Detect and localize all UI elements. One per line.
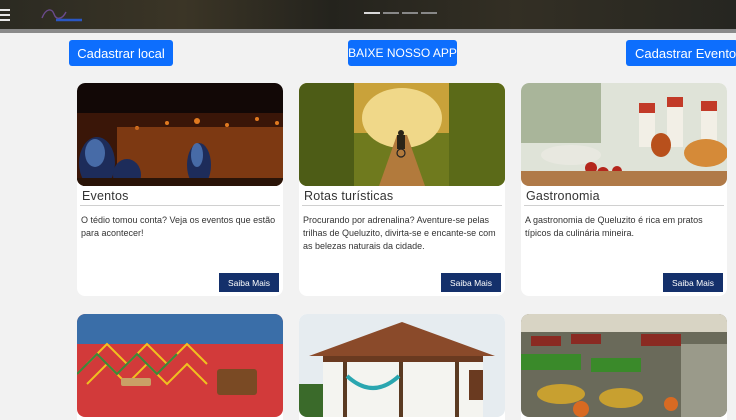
card-eventos: Eventos O tédio tomou conta? Veja os eve… <box>77 83 283 296</box>
saiba-mais-button[interactable]: Saiba Mais <box>219 273 279 292</box>
hero-divider <box>0 29 736 33</box>
card-description: Procurando por adrenalina? Aventure-se p… <box>303 215 496 251</box>
woven-handicraft-image[interactable] <box>77 314 283 417</box>
card-title: Eventos <box>82 189 129 203</box>
card-title: Gastronomia <box>526 189 600 203</box>
card-gastronomia: Gastronomia A gastronomia de Queluzito é… <box>521 83 727 296</box>
download-app-button[interactable]: BAIXE NOSSO APP <box>348 40 457 66</box>
card-description: O tédio tomou conta? Veja os eventos que… <box>81 215 276 238</box>
hamburger-menu-icon[interactable] <box>0 9 10 21</box>
site-logo[interactable] <box>38 4 86 26</box>
regional-food-image[interactable] <box>521 83 727 186</box>
card-hospedagem <box>299 314 505 420</box>
card-artesanato <box>77 314 283 420</box>
hero-banner <box>0 0 736 29</box>
card-mercado <box>521 314 727 420</box>
saiba-mais-button[interactable]: Saiba Mais <box>663 273 723 292</box>
card-divider <box>524 205 724 206</box>
carousel-dot[interactable] <box>421 12 437 14</box>
carousel-dot[interactable] <box>402 12 418 14</box>
card-rotas-turisticas: Rotas turísticas Procurando por adrenali… <box>299 83 505 296</box>
carousel-dot[interactable] <box>383 12 399 14</box>
card-divider <box>302 205 502 206</box>
card-title: Rotas turísticas <box>304 189 394 203</box>
card-divider <box>80 205 280 206</box>
carousel-dot[interactable] <box>364 12 380 14</box>
grocery-market-image[interactable] <box>521 314 727 417</box>
forest-trail-cyclist-image[interactable] <box>299 83 505 186</box>
cadastrar-evento-button[interactable]: Cadastrar Evento <box>626 40 736 66</box>
colonial-house-hammock-image[interactable] <box>299 314 505 417</box>
carousel-indicators[interactable] <box>364 12 437 14</box>
concert-crowd-image[interactable] <box>77 83 283 186</box>
saiba-mais-button[interactable]: Saiba Mais <box>441 273 501 292</box>
cadastrar-local-button[interactable]: Cadastrar local <box>69 40 173 66</box>
card-description: A gastronomia de Queluzito é rica em pra… <box>525 215 703 238</box>
